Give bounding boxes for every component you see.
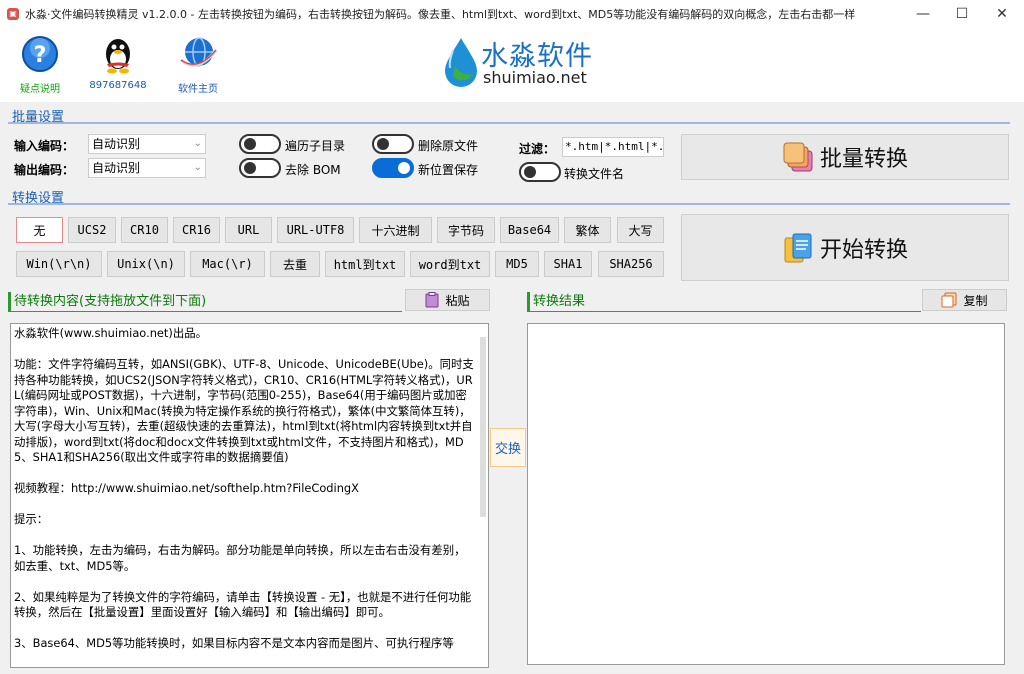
clipboard-icon <box>425 292 439 308</box>
delete-original-toggle[interactable] <box>372 134 414 154</box>
batch-section-title: 批量设置 <box>12 110 65 125</box>
water-drop-icon <box>445 38 477 87</box>
mode-md5-button[interactable]: MD5 <box>495 251 539 277</box>
mode-url-utf8-button[interactable]: URL-UTF8 <box>277 217 354 243</box>
batch-section-header: 批量设置 <box>8 106 1010 125</box>
toggle-knob <box>244 138 256 150</box>
copy-button[interactable]: 复制 <box>922 289 1007 311</box>
input-encoding-label: 输入编码： <box>14 139 75 153</box>
qq-label: 897687648 <box>89 80 147 91</box>
mode-none-button[interactable]: 无 <box>16 217 63 243</box>
mode-cr16-button[interactable]: CR16 <box>173 217 220 243</box>
layers-icon <box>782 141 814 173</box>
homepage-label: 软件主页 <box>178 84 218 95</box>
qq-penguin-icon <box>98 34 138 74</box>
homepage-tool[interactable]: 软件主页 <box>166 34 230 95</box>
maximize-button[interactable]: ☐ <box>942 0 982 28</box>
toggle-knob <box>244 162 256 174</box>
brand-logo: 水淼软件 shuimiao.net <box>443 34 623 90</box>
toggle-knob <box>398 162 410 174</box>
input-panel-title: 待转换内容(支持拖放文件到下面) <box>8 292 402 312</box>
paste-label: 粘贴 <box>445 293 470 308</box>
mode-hex-button[interactable]: 十六进制 <box>359 217 432 243</box>
mode-sha1-button[interactable]: SHA1 <box>544 251 592 277</box>
minimize-button[interactable]: — <box>903 0 943 28</box>
logo-en: shuimiao.net <box>483 68 587 87</box>
output-panel-title: 转换结果 <box>527 292 921 312</box>
chevron-down-icon: ⌄ <box>193 138 202 149</box>
input-scrollbar[interactable] <box>480 337 486 517</box>
mode-word-to-txt-button[interactable]: word到txt <box>410 251 490 277</box>
mode-traditional-button[interactable]: 繁体 <box>564 217 611 243</box>
document-convert-icon <box>782 232 814 264</box>
traverse-label: 遍历子目录 <box>285 139 346 153</box>
mode-sha256-button[interactable]: SHA256 <box>598 251 664 277</box>
mode-html-to-txt-button[interactable]: html到txt <box>325 251 405 277</box>
convert-section-header: 转换设置 <box>8 187 1010 206</box>
input-encoding-value: 自动识别 <box>92 137 141 151</box>
close-button[interactable]: ✕ <box>982 0 1022 28</box>
output-encoding-select[interactable]: 自动识别 ⌄ <box>88 158 206 178</box>
help-icon: ? <box>20 34 60 74</box>
mode-win-button[interactable]: Win(\r\n) <box>16 251 102 277</box>
output-textarea[interactable] <box>527 323 1005 665</box>
filter-label: 过滤： <box>519 142 556 156</box>
chevron-down-icon: ⌄ <box>193 162 202 173</box>
qq-tool[interactable]: 897687648 <box>86 34 150 91</box>
start-convert-button[interactable]: 开始转换 <box>681 214 1009 281</box>
new-location-toggle[interactable] <box>372 158 414 178</box>
mode-url-button[interactable]: URL <box>225 217 272 243</box>
input-textarea[interactable]: 水淼软件(www.shuimiao.net)出品。 功能：文件字符编码互转，如A… <box>10 323 489 668</box>
convert-section-title: 转换设置 <box>12 191 65 206</box>
convert-filename-toggle[interactable] <box>519 162 561 182</box>
window-title: 水淼·文件编码转换精灵 v1.2.0.0 - 左击转换按钮为编码，右击转换按钮为… <box>25 8 856 21</box>
mode-mac-button[interactable]: Mac(\r) <box>190 251 265 277</box>
mode-uppercase-button[interactable]: 大写 <box>617 217 664 243</box>
input-encoding-select[interactable]: 自动识别 ⌄ <box>88 134 206 154</box>
paste-button[interactable]: 粘贴 <box>405 289 490 311</box>
bom-label: 去除 BOM <box>285 163 341 177</box>
convert-filename-label: 转换文件名 <box>564 167 625 181</box>
toggle-knob <box>377 138 389 150</box>
svg-text:?: ? <box>34 43 47 68</box>
app-icon: ▣ <box>7 8 19 20</box>
traverse-toggle[interactable] <box>239 134 281 154</box>
bom-toggle[interactable] <box>239 158 281 178</box>
mode-bytecode-button[interactable]: 字节码 <box>437 217 495 243</box>
mode-cr10-button[interactable]: CR10 <box>121 217 168 243</box>
delete-original-label: 删除原文件 <box>418 139 479 153</box>
swap-button[interactable]: 交换 <box>490 428 526 467</box>
output-encoding-label: 输出编码： <box>14 163 75 177</box>
copy-icon <box>941 292 957 308</box>
batch-convert-button[interactable]: 批量转换 <box>681 134 1009 180</box>
start-convert-label: 开始转换 <box>819 237 908 263</box>
help-tool[interactable]: ? 疑点说明 <box>8 34 72 95</box>
output-encoding-value: 自动识别 <box>92 161 141 175</box>
help-label: 疑点说明 <box>20 84 60 95</box>
title-bar: ▣ 水淼·文件编码转换精灵 v1.2.0.0 - 左击转换按钮为编码，右击转换按… <box>0 0 1024 28</box>
mode-unix-button[interactable]: Unix(\n) <box>107 251 185 277</box>
mode-ucs2-button[interactable]: UCS2 <box>68 217 116 243</box>
batch-convert-label: 批量转换 <box>819 147 908 172</box>
mode-dedup-button[interactable]: 去重 <box>270 251 320 277</box>
filter-input[interactable]: *.htm|*.html|*. <box>562 137 664 157</box>
copy-label: 复制 <box>963 293 988 308</box>
globe-icon <box>178 34 218 74</box>
new-location-label: 新位置保存 <box>418 163 479 177</box>
toggle-knob <box>524 166 536 178</box>
mode-base64-button[interactable]: Base64 <box>500 217 559 243</box>
